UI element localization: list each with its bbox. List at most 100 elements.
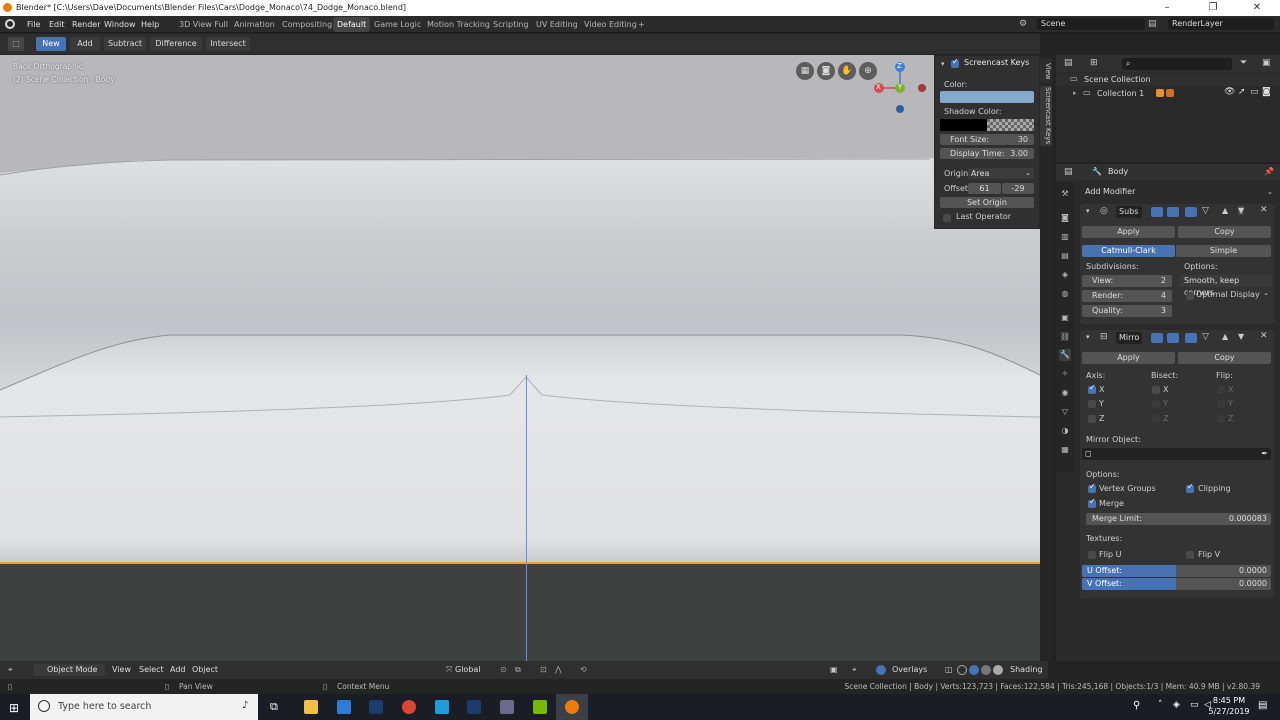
set-origin-button[interactable]: Set Origin bbox=[940, 197, 1034, 208]
move-down-icon[interactable]: ▼ bbox=[1238, 206, 1245, 215]
constraints-tab-icon[interactable]: ⛓ bbox=[1059, 331, 1071, 343]
camera-view-icon[interactable]: ◙ bbox=[817, 62, 835, 80]
xray-icon[interactable]: ◫ bbox=[945, 664, 953, 676]
chrome-icon[interactable] bbox=[402, 700, 416, 714]
windows-start-icon[interactable]: ⊞ bbox=[9, 701, 19, 715]
editor-type-icon[interactable]: ▤ bbox=[1064, 167, 1073, 177]
select-arrow-icon[interactable]: ➚ bbox=[1238, 87, 1246, 97]
tab-default[interactable]: Default bbox=[333, 17, 371, 32]
mirror-object-field[interactable]: ◻ ✒ bbox=[1082, 448, 1271, 460]
tab-view[interactable]: View bbox=[1040, 59, 1052, 83]
object-tab-icon[interactable]: ▣ bbox=[1059, 312, 1071, 324]
texture-tab-icon[interactable]: ▦ bbox=[1059, 444, 1071, 456]
axis-z-checkbox[interactable] bbox=[1088, 415, 1096, 423]
viewport-display-icon[interactable]: ▭ bbox=[1250, 87, 1259, 97]
render-camera-icon[interactable]: ◙ bbox=[1262, 87, 1271, 97]
close-window-button[interactable]: ✕ bbox=[1234, 0, 1280, 16]
tab-game-logic[interactable]: Game Logic bbox=[370, 17, 425, 32]
origin-dropdown[interactable]: Area ⌄ bbox=[968, 168, 1034, 179]
physics-tab-icon[interactable]: ◉ bbox=[1059, 387, 1071, 399]
mode-add-button[interactable]: Add bbox=[70, 37, 100, 51]
show-hide-icon[interactable]: ▣ bbox=[830, 664, 838, 676]
uv-smooth-dropdown[interactable]: Smooth, keep corners ⌄ bbox=[1180, 275, 1272, 297]
mirror-apply-button[interactable]: Apply bbox=[1082, 352, 1175, 364]
outliner-row-collection-1[interactable]: ▸ ▭ Collection 1 👁 ➚ ▭ ◙ bbox=[1056, 87, 1280, 100]
minimize-button[interactable]: – bbox=[1144, 0, 1190, 16]
menu-window[interactable]: Window bbox=[104, 17, 136, 32]
move-up-icon[interactable]: ▲ bbox=[1222, 332, 1228, 341]
scene-icon[interactable]: ⚙ bbox=[1019, 19, 1031, 29]
offset-y-field[interactable]: -29 bbox=[1002, 183, 1034, 194]
move-down-icon[interactable]: ▼ bbox=[1238, 332, 1244, 341]
tool-tab-icon[interactable]: ⚒ bbox=[1059, 188, 1071, 200]
shadow-color-swatch[interactable] bbox=[940, 119, 987, 131]
3d-viewport[interactable]: Back Orthographic (2) Scene Collection |… bbox=[0, 55, 1040, 661]
axis-x-checkbox[interactable] bbox=[1088, 383, 1096, 394]
scene-tab-icon[interactable]: ◈ bbox=[1059, 269, 1071, 281]
clipping-checkbox[interactable] bbox=[1186, 482, 1194, 493]
menu-add[interactable]: Add bbox=[170, 664, 186, 676]
render-layer-selector[interactable]: RenderLayer bbox=[1168, 18, 1274, 30]
steam-icon[interactable] bbox=[369, 700, 383, 714]
viewport-display-icon[interactable] bbox=[1185, 207, 1197, 217]
shadow-alpha-swatch[interactable] bbox=[987, 119, 1034, 131]
clock-date[interactable]: 5/27/2019 bbox=[1206, 707, 1252, 716]
tab-motion-tracking[interactable]: Motion Tracking bbox=[423, 17, 494, 32]
subsurf-apply-button[interactable]: Apply bbox=[1082, 226, 1175, 238]
notifications-icon[interactable]: ▤ bbox=[1258, 700, 1267, 711]
file-explorer-icon[interactable] bbox=[304, 700, 318, 714]
select-tool-icon[interactable]: ⬚ bbox=[8, 37, 24, 51]
scene-selector[interactable]: Scene bbox=[1037, 18, 1145, 30]
media-app-icon[interactable] bbox=[500, 700, 514, 714]
world-tab-icon[interactable]: ◍ bbox=[1059, 288, 1071, 300]
task-view-icon[interactable]: ⧉ bbox=[270, 700, 284, 714]
simple-button[interactable]: Simple bbox=[1176, 245, 1271, 257]
tab-animation[interactable]: Animation bbox=[230, 17, 279, 32]
people-icon[interactable]: ⚲ bbox=[1133, 700, 1140, 711]
display-icon[interactable]: ▭ bbox=[1190, 700, 1199, 710]
overlays-icon[interactable] bbox=[876, 665, 886, 675]
flip-z-checkbox[interactable] bbox=[1217, 415, 1225, 423]
edit-mode-icon[interactable] bbox=[1151, 333, 1163, 343]
mode-new-button[interactable]: New bbox=[36, 37, 66, 51]
flip-x-checkbox[interactable] bbox=[1217, 386, 1225, 394]
panel-collapse-icon[interactable]: ▾ bbox=[941, 60, 945, 68]
mirror-copy-button[interactable]: Copy bbox=[1178, 352, 1271, 364]
pan-hand-icon[interactable]: ✋ bbox=[838, 62, 856, 80]
proportional-edit-icon[interactable]: ⊡ bbox=[540, 664, 547, 676]
editor-type-icon[interactable]: ⌖ bbox=[8, 664, 13, 676]
move-up-icon[interactable]: ▲ bbox=[1222, 206, 1228, 215]
expand-arrow-icon[interactable]: ▸ bbox=[1073, 89, 1077, 97]
gizmo-toggle-icon[interactable]: ⟲ bbox=[580, 664, 587, 676]
new-collection-icon[interactable]: ▣ bbox=[1262, 58, 1271, 68]
falloff-icon[interactable]: ⋀ bbox=[555, 664, 562, 676]
menu-file[interactable]: File bbox=[27, 17, 40, 32]
material-shading-icon[interactable] bbox=[981, 665, 991, 675]
object-data-tab-icon[interactable]: ▽ bbox=[1059, 406, 1071, 418]
mail-icon[interactable] bbox=[337, 700, 351, 714]
blender-menu-icon[interactable] bbox=[5, 19, 15, 29]
menu-render[interactable]: Render bbox=[72, 17, 100, 32]
render-levels-field[interactable]: Render: 4 bbox=[1082, 290, 1172, 302]
bisect-z-checkbox[interactable] bbox=[1152, 415, 1160, 423]
output-tab-icon[interactable]: ▥ bbox=[1059, 231, 1071, 243]
visibility-eye-icon[interactable]: 👁 bbox=[1224, 87, 1235, 97]
cage-icon[interactable] bbox=[1167, 207, 1179, 217]
view-layer-tab-icon[interactable]: ▤ bbox=[1059, 250, 1071, 262]
modifiers-tab-icon[interactable]: 🔧 bbox=[1059, 349, 1071, 361]
flip-y-checkbox[interactable] bbox=[1217, 400, 1225, 408]
gizmo-visibility-icon[interactable]: ⌖ bbox=[852, 664, 857, 676]
editor-type-icon[interactable]: ▤ bbox=[1064, 58, 1073, 68]
menu-object[interactable]: Object bbox=[192, 664, 218, 676]
snap-icon[interactable]: ⧉ bbox=[515, 664, 521, 676]
remove-modifier-icon[interactable]: ✕ bbox=[1260, 205, 1268, 215]
maximize-button[interactable]: ❐ bbox=[1190, 0, 1236, 16]
flip-v-checkbox[interactable] bbox=[1186, 551, 1194, 559]
bisect-y-checkbox[interactable] bbox=[1152, 400, 1160, 408]
app-c-icon[interactable] bbox=[435, 700, 449, 714]
mirror-name-field[interactable]: Mirro bbox=[1116, 332, 1142, 344]
taskbar-search-box[interactable]: Type here to search ♪ bbox=[30, 694, 258, 720]
u-offset-field[interactable]: U Offset: 0.0000 bbox=[1082, 565, 1271, 577]
edit-mode-icon[interactable] bbox=[1151, 207, 1163, 217]
tab-uv-editing[interactable]: UV Editing bbox=[532, 17, 582, 32]
